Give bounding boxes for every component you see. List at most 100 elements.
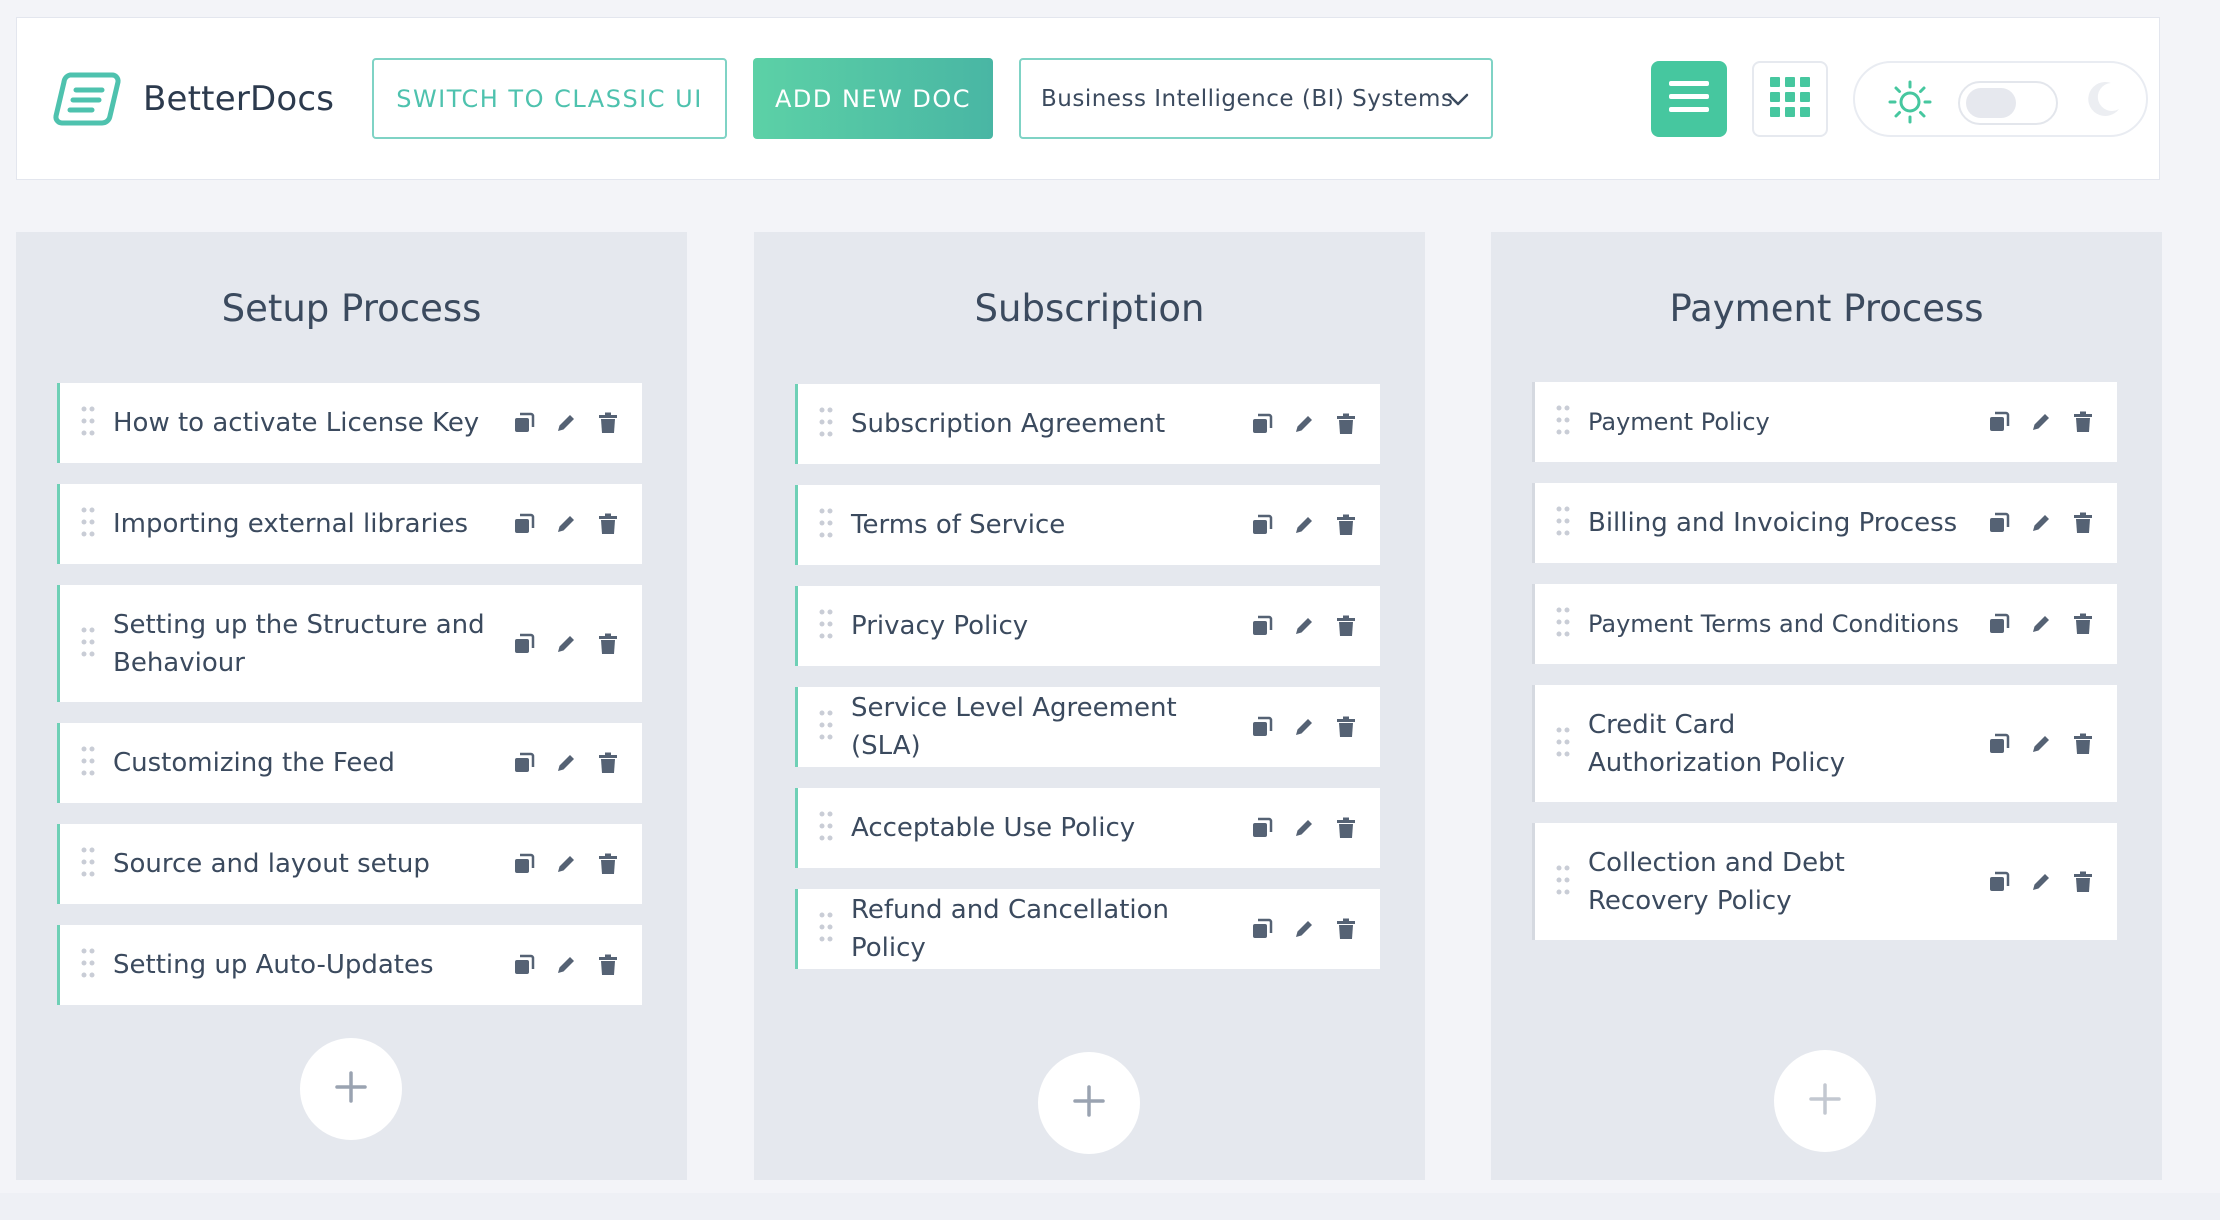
doc-item[interactable]: Setting up Auto-Updates xyxy=(57,925,642,1005)
trash-icon[interactable] xyxy=(596,751,620,775)
copy-icon[interactable] xyxy=(1250,614,1274,638)
copy-icon[interactable] xyxy=(512,512,536,536)
doc-item[interactable]: Setting up the Structure and Behaviour xyxy=(57,585,642,702)
doc-title[interactable]: How to activate License Key xyxy=(113,404,493,442)
doc-item[interactable]: Terms of Service xyxy=(795,485,1380,565)
doc-title[interactable]: Acceptable Use Policy xyxy=(851,809,1231,847)
dark-mode-toggle[interactable] xyxy=(1958,81,2058,125)
doc-item[interactable]: Customizing the Feed xyxy=(57,723,642,803)
pencil-icon[interactable] xyxy=(2029,732,2053,756)
add-doc-button[interactable] xyxy=(1038,1052,1140,1154)
pencil-icon[interactable] xyxy=(554,852,578,876)
drag-handle-icon[interactable] xyxy=(80,506,96,542)
doc-title[interactable]: Terms of Service xyxy=(851,506,1231,544)
drag-handle-icon[interactable] xyxy=(818,709,834,745)
moon-icon[interactable] xyxy=(2081,77,2125,125)
add-doc-button[interactable] xyxy=(300,1038,402,1140)
pencil-icon[interactable] xyxy=(554,632,578,656)
pencil-icon[interactable] xyxy=(1292,816,1316,840)
doc-title[interactable]: Payment Policy xyxy=(1588,403,1968,441)
pencil-icon[interactable] xyxy=(1292,614,1316,638)
trash-icon[interactable] xyxy=(2071,612,2095,636)
trash-icon[interactable] xyxy=(2071,410,2095,434)
trash-icon[interactable] xyxy=(1334,614,1358,638)
add-doc-button[interactable] xyxy=(1774,1050,1876,1152)
copy-icon[interactable] xyxy=(1987,612,2011,636)
copy-icon[interactable] xyxy=(512,632,536,656)
doc-title[interactable]: Setting up Auto-Updates xyxy=(113,946,493,984)
trash-icon[interactable] xyxy=(2071,511,2095,535)
drag-handle-icon[interactable] xyxy=(80,405,96,441)
doc-title[interactable]: Importing external libraries xyxy=(113,505,493,543)
doc-item[interactable]: Billing and Invoicing Process xyxy=(1532,483,2117,563)
copy-icon[interactable] xyxy=(1987,870,2011,894)
pencil-icon[interactable] xyxy=(1292,412,1316,436)
drag-handle-icon[interactable] xyxy=(1555,864,1571,900)
pencil-icon[interactable] xyxy=(554,411,578,435)
trash-icon[interactable] xyxy=(596,632,620,656)
drag-handle-icon[interactable] xyxy=(818,507,834,543)
drag-handle-icon[interactable] xyxy=(1555,606,1571,642)
pencil-icon[interactable] xyxy=(2029,612,2053,636)
copy-icon[interactable] xyxy=(1250,816,1274,840)
copy-icon[interactable] xyxy=(1987,410,2011,434)
trash-icon[interactable] xyxy=(596,852,620,876)
doc-title[interactable]: Source and layout setup xyxy=(113,845,493,883)
trash-icon[interactable] xyxy=(1334,917,1358,941)
add-new-doc-button[interactable]: ADD NEW DOC xyxy=(753,58,993,139)
doc-title[interactable]: Payment Terms and Conditions xyxy=(1588,605,1968,643)
copy-icon[interactable] xyxy=(512,751,536,775)
pencil-icon[interactable] xyxy=(1292,917,1316,941)
switch-to-classic-ui-button[interactable]: SWITCH TO CLASSIC UI xyxy=(372,58,727,139)
trash-icon[interactable] xyxy=(1334,816,1358,840)
doc-title[interactable]: Billing and Invoicing Process xyxy=(1588,504,1968,542)
trash-icon[interactable] xyxy=(1334,513,1358,537)
doc-item[interactable]: Payment Policy xyxy=(1532,382,2117,462)
drag-handle-icon[interactable] xyxy=(80,947,96,983)
copy-icon[interactable] xyxy=(1250,917,1274,941)
pencil-icon[interactable] xyxy=(554,512,578,536)
doc-item[interactable]: Subscription Agreement xyxy=(795,384,1380,464)
drag-handle-icon[interactable] xyxy=(818,810,834,846)
pencil-icon[interactable] xyxy=(2029,870,2053,894)
doc-item[interactable]: Acceptable Use Policy xyxy=(795,788,1380,868)
trash-icon[interactable] xyxy=(596,953,620,977)
drag-handle-icon[interactable] xyxy=(1555,505,1571,541)
doc-item[interactable]: How to activate License Key xyxy=(57,383,642,463)
drag-handle-icon[interactable] xyxy=(818,911,834,947)
drag-handle-icon[interactable] xyxy=(818,406,834,442)
doc-title[interactable]: Credit Card Authorization Policy xyxy=(1588,706,1848,782)
drag-handle-icon[interactable] xyxy=(818,608,834,644)
pencil-icon[interactable] xyxy=(554,953,578,977)
list-view-button[interactable] xyxy=(1651,61,1727,137)
doc-title[interactable]: Collection and Debt Recovery Policy xyxy=(1588,844,1878,920)
doc-title[interactable]: Refund and Cancellation Policy xyxy=(851,891,1231,967)
doc-item[interactable]: Service Level Agreement (SLA) xyxy=(795,687,1380,767)
doc-item[interactable]: Importing external libraries xyxy=(57,484,642,564)
doc-item[interactable]: Privacy Policy xyxy=(795,586,1380,666)
doc-title[interactable]: Setting up the Structure and Behaviour xyxy=(113,606,493,682)
copy-icon[interactable] xyxy=(1250,513,1274,537)
drag-handle-icon[interactable] xyxy=(80,745,96,781)
trash-icon[interactable] xyxy=(2071,732,2095,756)
copy-icon[interactable] xyxy=(1250,412,1274,436)
doc-item[interactable]: Refund and Cancellation Policy xyxy=(795,889,1380,969)
brand-logo[interactable]: BetterDocs xyxy=(51,67,334,131)
copy-icon[interactable] xyxy=(512,953,536,977)
copy-icon[interactable] xyxy=(1250,715,1274,739)
copy-icon[interactable] xyxy=(512,411,536,435)
drag-handle-icon[interactable] xyxy=(80,626,96,662)
copy-icon[interactable] xyxy=(1987,732,2011,756)
drag-handle-icon[interactable] xyxy=(80,846,96,882)
doc-title[interactable]: Privacy Policy xyxy=(851,607,1231,645)
pencil-icon[interactable] xyxy=(2029,511,2053,535)
trash-icon[interactable] xyxy=(2071,870,2095,894)
grid-view-button[interactable] xyxy=(1752,61,1828,137)
doc-title[interactable]: Customizing the Feed xyxy=(113,744,493,782)
drag-handle-icon[interactable] xyxy=(1555,726,1571,762)
pencil-icon[interactable] xyxy=(2029,410,2053,434)
pencil-icon[interactable] xyxy=(1292,715,1316,739)
copy-icon[interactable] xyxy=(1987,511,2011,535)
sun-icon[interactable] xyxy=(1887,79,1933,129)
pencil-icon[interactable] xyxy=(554,751,578,775)
